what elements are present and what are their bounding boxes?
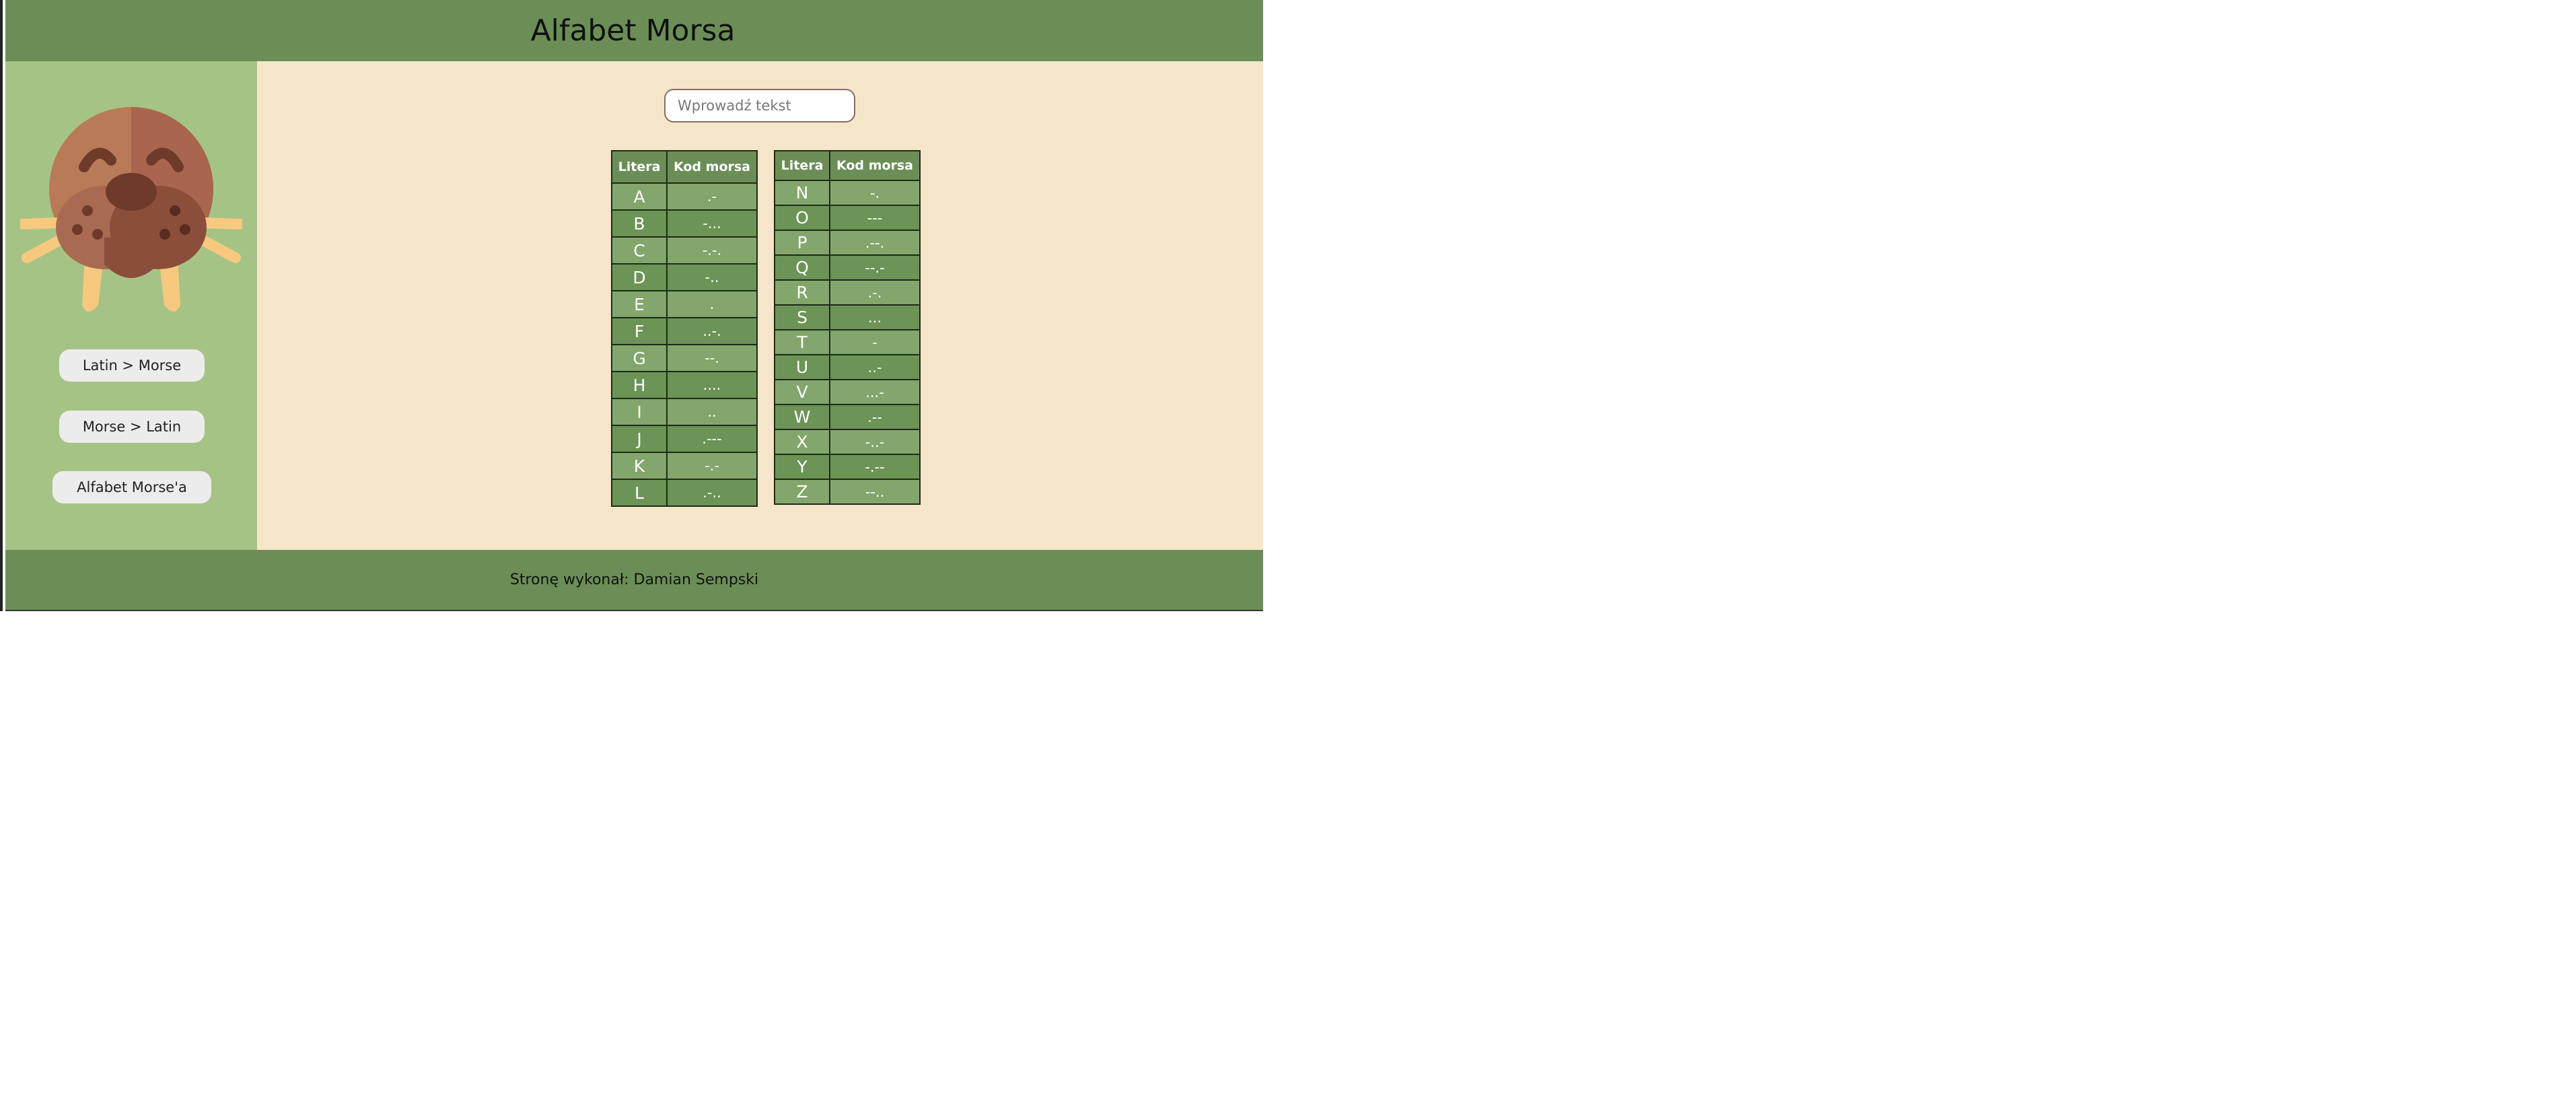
morse-code-cell: -.-.	[666, 236, 758, 265]
letter-cell: X	[774, 429, 830, 455]
letter-cell: K	[611, 452, 668, 480]
letter-cell: L	[611, 479, 668, 507]
morse-code-cell: .--.	[829, 230, 921, 256]
table-row: R .-.	[774, 279, 921, 306]
letter-cell: C	[611, 236, 668, 265]
letter-cell: J	[611, 425, 668, 453]
letter-cell: O	[774, 205, 830, 231]
column-header-letter: Litera	[611, 150, 668, 184]
letter-cell: R	[774, 279, 830, 306]
morse-code-cell: ---	[829, 205, 921, 231]
letter-cell: Y	[774, 454, 830, 480]
morse-code-cell: ..-.	[666, 317, 758, 345]
morse-code-cell: -.-	[666, 452, 758, 480]
table-row: T-	[774, 329, 921, 355]
morse-code-cell: ....	[666, 371, 758, 399]
footer: Stronę wykonał: Damian Sempski	[5, 550, 1263, 611]
morse-table-right: Litera Kod morsa N -. O --- P .--. Q --.- R .-. S.…	[774, 150, 921, 505]
column-header-code: Kod morsa	[829, 150, 921, 181]
page-title: Alfabet Morsa	[530, 13, 736, 48]
table-row: N -.	[774, 180, 921, 206]
letter-cell: E	[611, 290, 668, 318]
letter-cell: F	[611, 317, 668, 345]
table-row: Q --.-	[774, 254, 921, 281]
table-row: V ...-	[774, 379, 921, 405]
column-header-letter: Litera	[774, 150, 830, 181]
morse-code-cell: --.-	[829, 254, 921, 281]
latin-to-morse-button[interactable]: Latin > Morse	[59, 349, 205, 382]
table-row: W .--	[774, 404, 921, 430]
letter-cell: H	[611, 371, 668, 399]
table-row: U ..-	[774, 354, 921, 380]
table-row: K -.-	[611, 452, 758, 480]
morse-code-cell: .---	[666, 425, 758, 453]
letter-cell: W	[774, 404, 830, 430]
morse-code-cell: ...	[829, 304, 921, 330]
morse-code-cell: .--	[829, 404, 921, 430]
main-content	[257, 61, 1263, 550]
table-row: O ---	[774, 205, 921, 231]
morse-code-cell: -	[829, 329, 921, 355]
morse-code-cell: .-..	[666, 479, 758, 507]
table-row: Y -.--	[774, 454, 921, 480]
table-row: C -.-.	[611, 236, 758, 265]
table-row: D -..	[611, 263, 758, 291]
morse-code-cell: -...	[666, 209, 758, 238]
morse-code-cell: ..	[666, 398, 758, 426]
morse-code-cell: --.	[666, 344, 758, 372]
letter-cell: P	[774, 230, 830, 256]
morse-code-cell: -.--	[829, 454, 921, 480]
table-row: A .-	[611, 182, 758, 211]
table-row: X -..-	[774, 429, 921, 455]
table-row: G --.	[611, 344, 758, 372]
morse-code-cell: .	[666, 290, 758, 318]
letter-cell: B	[611, 209, 668, 238]
table-row: Z --..	[774, 479, 921, 505]
letter-cell: Z	[774, 479, 830, 505]
morse-code-cell: .-	[666, 182, 758, 211]
table-row: J .---	[611, 425, 758, 453]
morse-code-cell: -..-	[829, 429, 921, 455]
letter-cell: V	[774, 379, 830, 405]
letter-cell: I	[611, 398, 668, 426]
morse-to-latin-button[interactable]: Morse > Latin	[59, 411, 205, 443]
sidebar: Latin > Morse Morse > Latin Alfabet Mors…	[5, 61, 257, 550]
letter-cell: G	[611, 344, 668, 372]
morse-code-cell: .-.	[829, 279, 921, 306]
morse-code-cell: -..	[666, 263, 758, 291]
table-row: B -...	[611, 209, 758, 238]
footer-credit: Stronę wykonał: Damian Sempski	[509, 571, 759, 588]
letter-cell: T	[774, 329, 830, 355]
letter-cell: S	[774, 304, 830, 330]
morse-code-cell: ...-	[829, 379, 921, 405]
morse-alphabet-button[interactable]: Alfabet Morse'a	[52, 471, 211, 503]
letter-cell: U	[774, 354, 830, 380]
header: Alfabet Morsa	[5, 0, 1263, 61]
table-row: F ..-.	[611, 317, 758, 345]
letter-cell: A	[611, 182, 668, 211]
walrus-icon	[20, 107, 242, 312]
table-row: P .--.	[774, 230, 921, 256]
letter-cell: Q	[774, 254, 830, 281]
table-row: S...	[774, 304, 921, 330]
morse-code-cell: --..	[829, 479, 921, 505]
letter-cell: N	[774, 180, 830, 206]
column-header-code: Kod morsa	[666, 150, 758, 184]
morse-code-cell: -.	[829, 180, 921, 206]
search-input[interactable]	[664, 89, 855, 123]
table-row: E.	[611, 290, 758, 318]
letter-cell: D	[611, 263, 668, 291]
morse-table-left: Litera Kod morsa A .- B -... C -.-. D -.. E. F ..-…	[611, 150, 758, 507]
page: Alfabet Morsa Latin > Morse Morse > Lati…	[0, 0, 1263, 611]
table-row: I..	[611, 398, 758, 426]
morse-code-cell: ..-	[829, 354, 921, 380]
table-row: H....	[611, 371, 758, 399]
table-row: L .-..	[611, 479, 758, 507]
